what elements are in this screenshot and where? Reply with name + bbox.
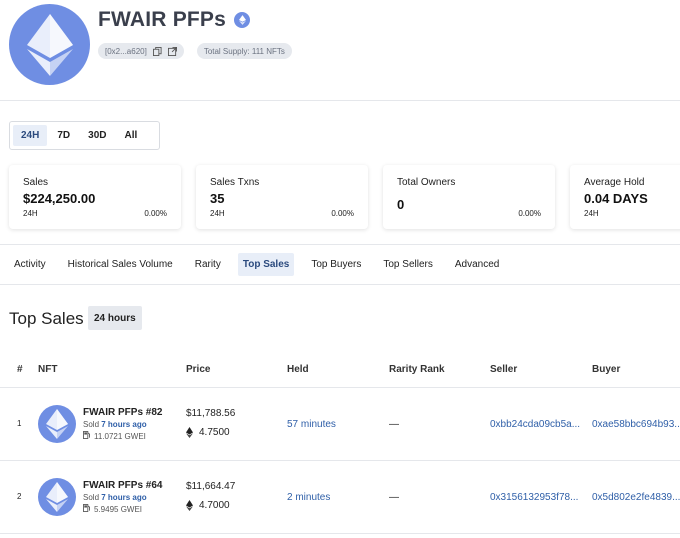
column-header-price: Price [186,364,211,375]
section-title: Top Sales [9,309,84,328]
column-header-seller: Seller [490,364,518,375]
stat-change: 0.00% [331,209,354,218]
collection-name: FWAIR PFPs [98,8,227,31]
rarity-rank: — [389,492,399,503]
buyer-address[interactable]: 0xae58bbc694b93... [592,419,680,430]
ethereum-logo-icon [46,409,68,439]
stat-label: Total Owners [397,177,456,188]
price-usd: $11,788.56 [186,408,236,419]
stat-change: 0.00% [144,209,167,218]
gas-pump-icon [83,431,90,441]
ethereum-logo-icon [26,13,73,76]
period-all[interactable]: All [117,125,146,146]
sold-time: Sold 7 hours ago [83,420,147,429]
column-header-rarity-rank: Rarity Rank [389,364,445,375]
section-tabs: Activity Historical Sales Volume Rarity … [9,253,510,276]
stat-change: 0.00% [518,209,541,218]
stat-value: 35 [210,191,225,206]
gas-price: 11.0721 GWEI [83,431,162,441]
seller-address[interactable]: 0x3156132953f78... [490,492,578,503]
divider [0,533,680,534]
contract-address: [0x2...a620] [105,46,147,56]
divider [0,244,680,245]
period-7d[interactable]: 7D [49,125,78,146]
divider [0,284,680,285]
stat-value: 0.04 DAYS [584,191,648,206]
period-24h[interactable]: 24H [13,125,48,146]
column-header-buyer: Buyer [592,364,621,375]
verified-badge-icon [234,12,251,28]
stat-card-total-owners: Total Owners 0 0.00% [383,165,555,229]
period-30d[interactable]: 30D [80,125,114,146]
stat-value: $224,250.00 [23,191,96,206]
tab-top-sellers[interactable]: Top Sellers [378,253,437,276]
table-row[interactable]: 2 FWAIR PFPs #64 Sold 7 hours ago 5.9495… [0,461,680,533]
row-index: 2 [17,492,22,501]
collection-title-row: FWAIR PFPs [98,8,251,32]
divider [0,100,680,101]
nft-name[interactable]: FWAIR PFPs #82 [83,407,162,418]
buyer-address[interactable]: 0x5d802e2fe4839... [592,492,680,503]
price-eth: 4.7000 [199,500,230,511]
sold-time-link[interactable]: 7 hours ago [101,493,146,502]
column-header-held: Held [287,364,309,375]
held-duration[interactable]: 57 minutes [287,419,336,430]
seller-address[interactable]: 0xbb24cda09cb5a... [490,419,580,430]
table-row[interactable]: 1 FWAIR PFPs #82 Sold 7 hours ago 11.072… [0,388,680,460]
tab-activity[interactable]: Activity [9,253,51,276]
rarity-rank: — [389,419,399,430]
price-cell: $11,664.47 4.7000 [186,481,235,511]
contract-address-pill: [0x2...a620] [98,43,184,59]
tab-rarity[interactable]: Rarity [190,253,226,276]
total-supply-pill: Total Supply: 111 NFTs [196,43,292,59]
tab-historical-sales-volume[interactable]: Historical Sales Volume [63,253,178,276]
stat-label: Sales Txns [210,177,260,188]
stat-card-sales: Sales $224,250.00 24H 0.00% [9,165,181,229]
tab-top-buyers[interactable]: Top Buyers [306,253,366,276]
period-selector: 24H 7D 30D All [9,121,160,150]
stat-label: Sales [23,177,49,188]
stat-card-average-hold: Average Hold 0.04 DAYS 24H [570,165,680,229]
nft-thumbnail[interactable] [38,405,76,443]
sold-time-link[interactable]: 7 hours ago [101,420,146,429]
stat-period: 24H [210,209,225,218]
stat-label: Average Hold [584,177,645,188]
row-index: 1 [17,419,22,428]
external-link-icon[interactable] [167,46,177,56]
range-chip[interactable]: 24 hours [88,306,142,330]
tab-advanced[interactable]: Advanced [450,253,504,276]
tab-top-sales[interactable]: Top Sales [237,253,295,276]
nft-name[interactable]: FWAIR PFPs #64 [83,480,162,491]
copy-icon[interactable] [152,46,162,56]
eth-icon [186,500,193,511]
held-duration[interactable]: 2 minutes [287,492,330,503]
price-cell: $11,788.56 4.7500 [186,408,235,438]
nft-thumbnail[interactable] [38,478,76,516]
ethereum-logo-icon [46,482,68,512]
nft-info: FWAIR PFPs #82 Sold 7 hours ago 11.0721 … [83,407,162,441]
column-header-index: # [17,364,23,375]
stat-period: 24H [584,209,599,218]
collection-avatar [9,4,90,85]
eth-icon [186,427,193,438]
sold-time: Sold 7 hours ago [83,493,147,502]
price-eth: 4.7500 [199,427,230,438]
price-usd: $11,664.47 [186,481,236,492]
collection-meta: [0x2...a620] Total Supply: 111 NFTs [98,43,292,59]
gas-pump-icon [83,504,90,514]
column-header-nft: NFT [38,364,58,375]
stat-period: 24H [23,209,38,218]
nft-info: FWAIR PFPs #64 Sold 7 hours ago 5.9495 G… [83,480,162,514]
stat-card-sales-txns: Sales Txns 35 24H 0.00% [196,165,368,229]
gas-price: 5.9495 GWEI [83,504,162,514]
